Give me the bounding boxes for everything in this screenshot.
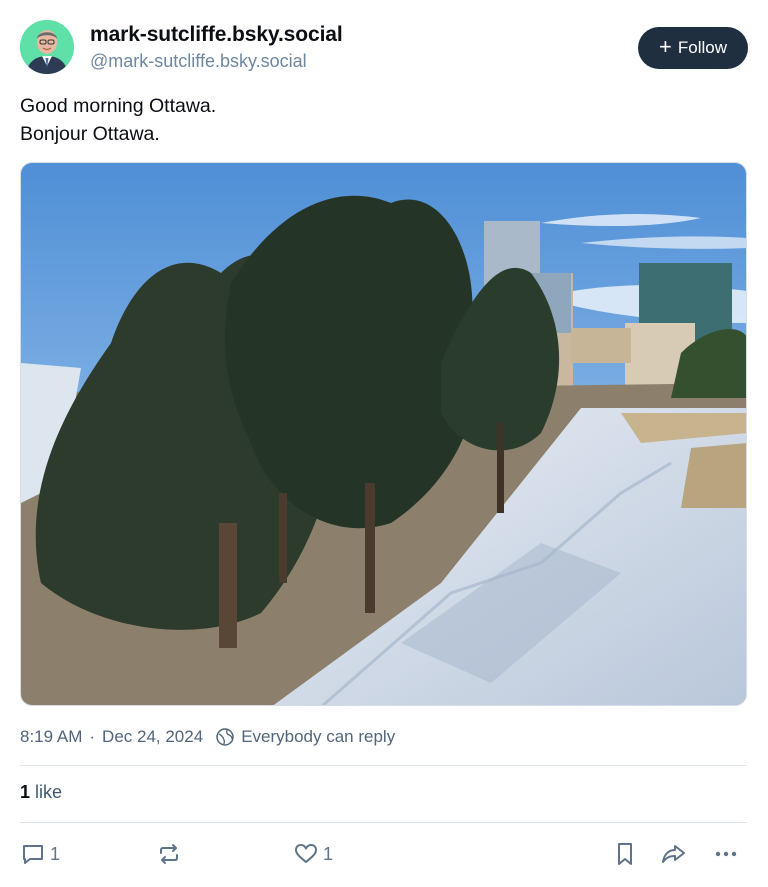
plus-icon: + xyxy=(659,34,672,59)
follow-button-label: Follow xyxy=(677,38,727,57)
reply-setting[interactable]: Everybody can reply xyxy=(241,727,395,747)
action-bar: 1 1 xyxy=(20,838,747,870)
person-avatar-icon xyxy=(20,20,74,74)
more-options-button[interactable] xyxy=(712,838,740,870)
reply-button[interactable]: 1 xyxy=(20,838,60,870)
like-button[interactable]: 1 xyxy=(293,838,333,870)
like-count: 1 xyxy=(323,843,334,864)
share-icon xyxy=(662,845,685,863)
author-handle[interactable]: @mark-sutcliffe.bsky.social xyxy=(90,51,307,72)
reply-icon xyxy=(23,845,43,864)
author-display-name[interactable]: mark-sutcliffe.bsky.social xyxy=(90,23,343,47)
post-text: Good morning Ottawa. Bonjour Ottawa. xyxy=(20,92,216,148)
post-time[interactable]: 8:19 AM xyxy=(20,727,82,747)
follow-button[interactable]: + Follow xyxy=(638,27,748,69)
post-meta: 8:19 AM · Dec 24, 2024 Everybody can rep… xyxy=(20,727,395,747)
repost-button[interactable] xyxy=(156,838,186,870)
heart-icon xyxy=(295,844,317,863)
divider xyxy=(20,765,747,766)
post-text-line: Good morning Ottawa. xyxy=(20,95,217,117)
likes-summary[interactable]: 1 like xyxy=(20,782,62,803)
post-image[interactable] xyxy=(20,162,747,706)
repost-icon xyxy=(160,844,178,864)
likes-label: like xyxy=(35,782,63,802)
post-text-line: Bonjour Ottawa. xyxy=(20,123,160,145)
bookmark-icon xyxy=(618,843,632,865)
post-header: mark-sutcliffe.bsky.social @mark-sutclif… xyxy=(20,20,748,76)
reply-count: 1 xyxy=(50,843,61,864)
snowy-park-photo-icon xyxy=(21,163,746,705)
more-dots-icon xyxy=(715,851,737,857)
divider xyxy=(20,822,747,823)
meta-separator: · xyxy=(89,727,96,746)
globe-icon xyxy=(215,727,235,747)
author-avatar[interactable] xyxy=(20,20,74,74)
post-date[interactable]: Dec 24, 2024 xyxy=(102,727,203,747)
likes-count: 1 xyxy=(20,782,31,802)
share-button[interactable] xyxy=(660,838,688,870)
bookmark-button[interactable] xyxy=(612,838,638,870)
